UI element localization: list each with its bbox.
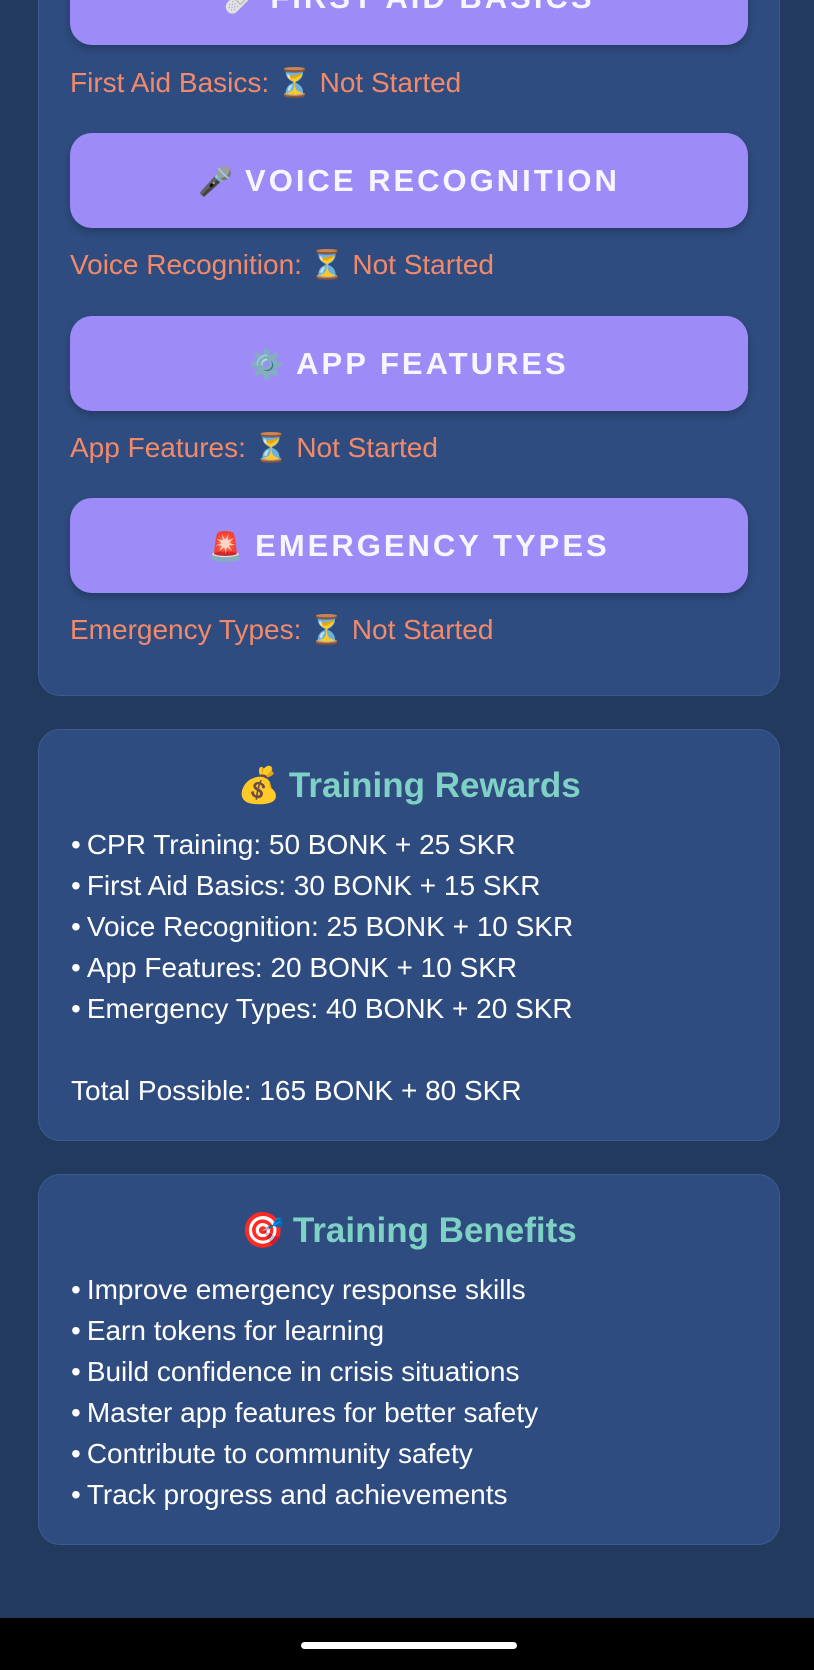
emergency-types-status: Emergency Types: ⏳ Not Started xyxy=(70,613,493,646)
voice-recognition-status: Voice Recognition: ⏳ Not Started xyxy=(70,248,494,281)
benefit-item-text: Track progress and achievements xyxy=(86,1479,508,1510)
microphone-icon: 🎤 xyxy=(198,166,234,197)
list-item: • App Features: 20 BONK + 10 SKR xyxy=(71,947,573,988)
benefit-item-text: Contribute to community safety xyxy=(86,1438,473,1469)
bullet: • xyxy=(71,870,81,901)
bullet: • xyxy=(71,952,81,983)
bullet: • xyxy=(71,1356,81,1387)
reward-item-text: First Aid Basics: 30 BONK + 15 SKR xyxy=(86,870,541,901)
app-features-button-label: App Features xyxy=(296,346,569,381)
voice-recognition-status-label: Voice Recognition: xyxy=(70,249,302,280)
first-aid-basics-status-label: First Aid Basics: xyxy=(70,67,270,98)
voice-recognition-button-label: Voice Recognition xyxy=(245,163,620,198)
emergency-types-status-label: Emergency Types: xyxy=(70,614,302,645)
app-features-status-label: App Features: xyxy=(70,432,246,463)
hourglass-icon: ⏳ xyxy=(309,614,345,645)
bullet: • xyxy=(71,993,81,1024)
home-indicator[interactable] xyxy=(301,1642,517,1649)
first-aid-basics-status-value: Not Started xyxy=(319,67,462,98)
app-features-status: App Features: ⏳ Not Started xyxy=(70,431,438,464)
system-navigation-bar xyxy=(0,1618,814,1670)
total-possible-text: Total Possible: 165 BONK + 80 SKR xyxy=(71,1075,522,1106)
list-item: • Improve emergency response skills xyxy=(71,1269,538,1310)
reward-item-text: CPR Training: 50 BONK + 25 SKR xyxy=(86,829,516,860)
reward-item-text: App Features: 20 BONK + 10 SKR xyxy=(86,952,518,983)
emergency-types-button-label: Emergency Types xyxy=(255,528,610,563)
benefit-item-text: Improve emergency response skills xyxy=(86,1274,526,1305)
reward-item-text: Voice Recognition: 25 BONK + 10 SKR xyxy=(86,911,574,942)
benefit-item-text: Master app features for better safety xyxy=(86,1397,539,1428)
bullet: • xyxy=(71,1438,81,1469)
siren-icon: 🚨 xyxy=(208,531,244,562)
list-item: • Voice Recognition: 25 BONK + 10 SKR xyxy=(71,906,573,947)
list-item: • Emergency Types: 40 BONK + 20 SKR xyxy=(71,988,573,1029)
first-aid-basics-button-label: First Aid Basics xyxy=(270,0,594,15)
training-rewards-card: 💰 Training Rewards • CPR Training: 50 BONK… xyxy=(38,729,780,1141)
training-benefits-heading: Training Benefits xyxy=(292,1211,577,1250)
bullet: • xyxy=(71,1315,81,1346)
emergency-types-status-value: Not Started xyxy=(351,614,494,645)
app-features-status-value: Not Started xyxy=(296,432,438,463)
benefits-list: • Improve emergency response skills • Earn… xyxy=(71,1269,538,1515)
list-item: • Master app features for better safety xyxy=(71,1392,538,1433)
first-aid-basics-status: First Aid Basics: ⏳ Not Started xyxy=(70,66,461,99)
gear-icon: ⚙️ xyxy=(249,349,285,380)
first-aid-basics-button[interactable]: 🩹 First Aid Basics xyxy=(70,0,748,45)
rewards-list: • CPR Training: 50 BONK + 25 SKR • First A… xyxy=(71,824,573,1029)
list-item: • CPR Training: 50 BONK + 25 SKR xyxy=(71,824,573,865)
money-bag-icon: 💰 xyxy=(237,766,281,805)
voice-recognition-button[interactable]: 🎤 Voice Recognition xyxy=(70,133,748,228)
bandage-icon: 🩹 xyxy=(223,0,258,14)
benefit-item-text: Build confidence in crisis situations xyxy=(86,1356,520,1387)
training-benefits-title: 🎯 Training Benefits xyxy=(39,1210,779,1251)
training-rewards-title: 💰 Training Rewards xyxy=(39,765,779,806)
target-icon: 🎯 xyxy=(241,1211,285,1250)
training-rewards-heading: Training Rewards xyxy=(288,766,581,805)
app-features-button[interactable]: ⚙️ App Features xyxy=(70,316,748,411)
training-benefits-card: 🎯 Training Benefits • Improve emergency re… xyxy=(38,1174,780,1545)
voice-recognition-status-value: Not Started xyxy=(352,249,495,280)
list-item: • Earn tokens for learning xyxy=(71,1310,538,1351)
reward-item-text: Emergency Types: 40 BONK + 20 SKR xyxy=(86,993,573,1024)
list-item: • First Aid Basics: 30 BONK + 15 SKR xyxy=(71,865,573,906)
list-item: • Build confidence in crisis situations xyxy=(71,1351,538,1392)
hourglass-icon: ⏳ xyxy=(253,432,289,463)
bullet: • xyxy=(71,1274,81,1305)
benefit-item-text: Earn tokens for learning xyxy=(86,1315,385,1346)
bullet: • xyxy=(71,911,81,942)
hourglass-icon: ⏳ xyxy=(309,249,345,280)
bullet: • xyxy=(71,829,81,860)
hourglass-icon: ⏳ xyxy=(276,67,312,98)
bullet: • xyxy=(71,1397,81,1428)
emergency-types-button[interactable]: 🚨 Emergency Types xyxy=(70,498,748,593)
bullet: • xyxy=(71,1479,81,1510)
list-item: • Contribute to community safety xyxy=(71,1433,538,1474)
list-item: • Track progress and achievements xyxy=(71,1474,538,1515)
